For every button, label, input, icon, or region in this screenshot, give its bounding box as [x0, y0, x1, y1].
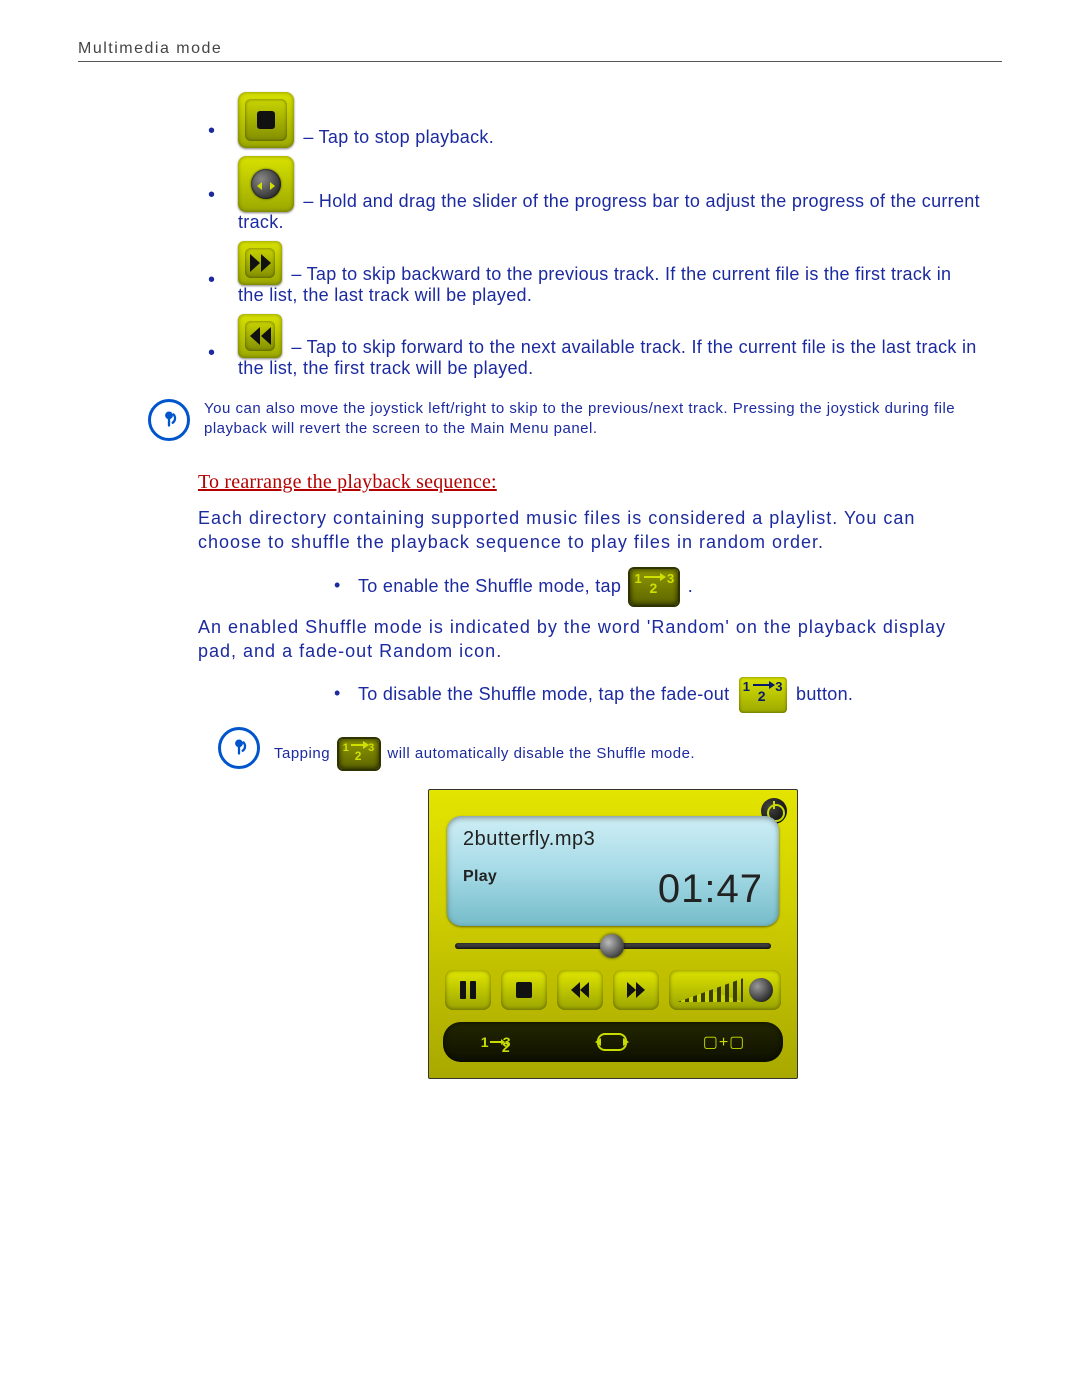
player-progress-slider[interactable]: [455, 938, 771, 954]
player-volume-slider[interactable]: [669, 970, 781, 1010]
shuffle-icon: 132: [630, 569, 678, 605]
rearrange-intro: Each directory containing supported musi…: [198, 506, 962, 555]
stop-icon: [238, 92, 294, 148]
joystick-note-text: You can also move the joystick left/righ…: [204, 399, 962, 440]
player-repeat-button[interactable]: [597, 1033, 627, 1051]
note2-text: Tapping 132 will automatically disable t…: [274, 739, 695, 769]
playback-controls-list: – Tap to stop playback. – Hold and drag …: [198, 92, 982, 379]
shuffle-enabled-desc: An enabled Shuffle mode is indicated by …: [198, 615, 962, 664]
player-shuffle-button[interactable]: 13 2: [481, 1034, 522, 1050]
shuffle-icon-small: 132: [339, 739, 379, 769]
player-rewind-button[interactable]: [557, 970, 603, 1010]
player-add-button[interactable]: ▢+▢: [703, 1032, 746, 1052]
enable-shuffle-item: To enable the Shuffle mode, tap 132 .: [328, 569, 962, 605]
player-state: Play: [463, 868, 497, 886]
enable-shuffle-pre: To enable the Shuffle mode, tap: [358, 575, 626, 595]
slider-knob-icon: [238, 156, 294, 212]
disable-shuffle-post: button.: [796, 684, 853, 704]
slider-text: – Hold and drag the slider of the progre…: [238, 191, 980, 232]
stop-text: – Tap to stop playback.: [303, 127, 494, 147]
skip-backward-icon: [238, 314, 282, 358]
skip-back-text: – Tap to skip backward to the previous t…: [238, 264, 951, 305]
shuffle-fadeout-icon: 132: [739, 677, 787, 713]
player-stop-button[interactable]: [501, 970, 547, 1010]
skip-fwd-text: – Tap to skip forward to the next availa…: [238, 337, 977, 378]
player-screenshot: 2butterfly.mp3 Play 01:47 13 2 ▢+▢: [428, 789, 798, 1079]
rearrange-heading: To rearrange the playback sequence:: [198, 471, 962, 494]
player-pause-button[interactable]: [445, 970, 491, 1010]
player-display: 2butterfly.mp3 Play 01:47: [447, 816, 779, 926]
player-filename: 2butterfly.mp3: [463, 828, 595, 851]
skip-forward-icon: [238, 241, 282, 285]
disable-shuffle-pre: To disable the Shuffle mode, tap the fad…: [358, 684, 729, 704]
joystick-note-icon: [148, 399, 190, 441]
page-header-title: Multimedia mode: [78, 40, 222, 58]
note2-icon: [218, 727, 260, 769]
player-time: 01:47: [658, 867, 763, 912]
player-forward-button[interactable]: [613, 970, 659, 1010]
enable-shuffle-post: .: [688, 575, 693, 595]
disable-shuffle-item: To disable the Shuffle mode, tap the fad…: [328, 677, 962, 713]
